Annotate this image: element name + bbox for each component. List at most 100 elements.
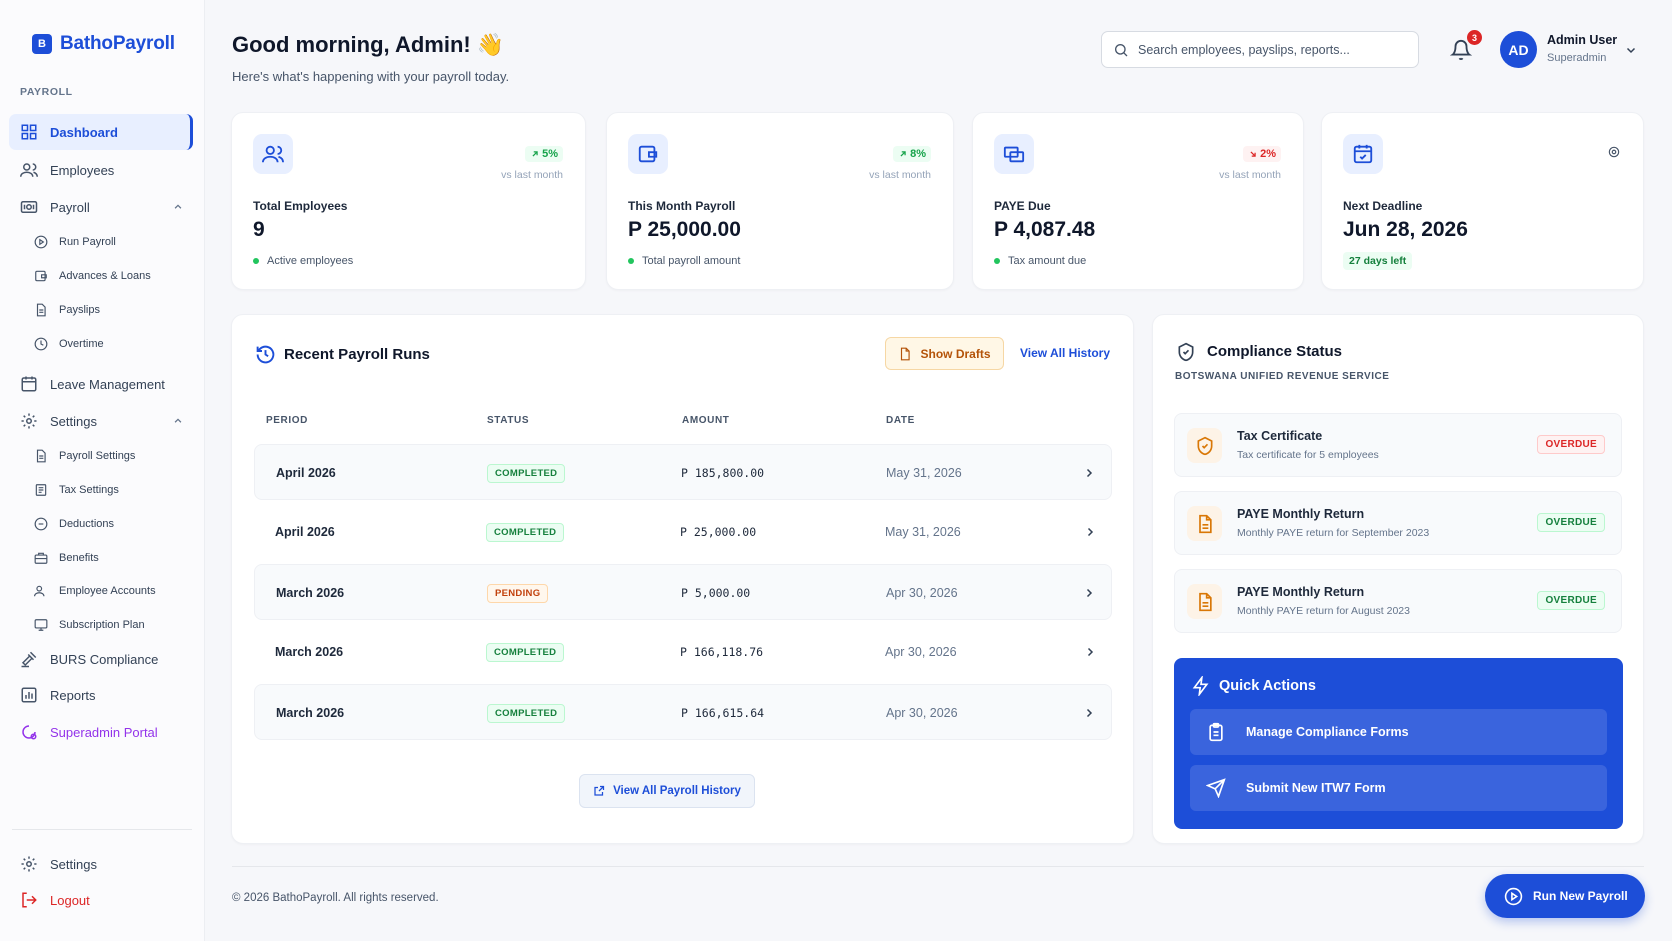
sidebar-item-superadmin-portal[interactable]: Superadmin Portal xyxy=(9,714,193,750)
stat-value: 9 xyxy=(253,218,265,241)
sidebar-subitem-employee-accounts[interactable]: Employee Accounts xyxy=(34,579,156,603)
compliance-item-name: PAYE Monthly Return xyxy=(1237,585,1365,599)
view-all-payroll-history-button[interactable]: View All Payroll History xyxy=(579,774,755,808)
table-row[interactable]: March 2026 PENDING P 5,000.00 Apr 30, 20… xyxy=(254,564,1112,620)
show-drafts-label: Show Drafts xyxy=(920,346,991,361)
sidebar-item-leave[interactable]: Leave Management xyxy=(9,366,193,402)
stat-value: Jun 28, 2026 xyxy=(1343,218,1468,241)
run-new-payroll-label: Run New Payroll xyxy=(1533,889,1628,903)
sidebar-subitem-subscription[interactable]: Subscription Plan xyxy=(34,613,145,637)
footer-copyright: © 2026 BathoPayroll. All rights reserved… xyxy=(232,892,439,904)
calendar-icon xyxy=(21,376,37,392)
sidebar-item-dashboard[interactable]: Dashboard xyxy=(9,114,193,150)
bar-chart-icon xyxy=(21,687,37,703)
run-new-payroll-button[interactable]: Run New Payroll xyxy=(1485,874,1645,918)
table-row[interactable]: April 2026 COMPLETED P 25,000.00 May 31,… xyxy=(254,504,1112,560)
stat-card-next-deadline[interactable]: Next Deadline Jun 28, 2026 27 days left xyxy=(1321,112,1644,290)
trend-up-icon xyxy=(900,151,906,157)
cash-icon xyxy=(1003,146,1025,163)
section-title: Recent Payroll Runs xyxy=(284,346,430,363)
stat-note-text: Tax amount due xyxy=(1008,255,1087,267)
sidebar-subitem-label: Overtime xyxy=(59,338,104,350)
sidebar-subitem-advances[interactable]: Advances & Loans xyxy=(34,264,151,288)
view-all-history-link[interactable]: View All History xyxy=(1020,346,1110,360)
table-row[interactable]: March 2026 COMPLETED P 166,118.76 Apr 30… xyxy=(254,624,1112,680)
sidebar-item-logout[interactable]: Logout xyxy=(9,882,193,918)
sidebar-item-reports[interactable]: Reports xyxy=(9,677,193,713)
submit-itw7-form-button[interactable]: Submit New ITW7 Form xyxy=(1190,765,1607,811)
lightning-icon xyxy=(1192,676,1209,696)
trend-value: 5% xyxy=(542,148,558,160)
monitor-icon xyxy=(34,619,48,631)
row-date: May 31, 2026 xyxy=(885,525,961,539)
sidebar-item-payroll[interactable]: Payroll xyxy=(9,189,193,225)
chevron-up-icon[interactable] xyxy=(173,202,183,212)
sidebar-subitem-label: Run Payroll xyxy=(59,236,116,248)
play-circle-icon xyxy=(34,235,48,249)
chevron-right-icon[interactable] xyxy=(1083,707,1095,719)
document-icon xyxy=(901,347,911,360)
stat-card-paye-due[interactable]: 2% vs last month PAYE Due P 4,087.48 Tax… xyxy=(972,112,1304,290)
section-subtitle: BOTSWANA UNIFIED REVENUE SERVICE xyxy=(1175,371,1390,382)
chevron-right-icon[interactable] xyxy=(1083,467,1095,479)
sidebar-subitem-deductions[interactable]: Deductions xyxy=(34,512,114,536)
external-link-icon xyxy=(594,785,605,796)
stat-icon-box xyxy=(994,134,1034,174)
recent-payroll-runs-card: Recent Payroll Runs Show Drafts View All… xyxy=(231,314,1134,844)
compliance-item[interactable]: PAYE Monthly Return Monthly PAYE return … xyxy=(1174,491,1622,555)
stat-card-month-payroll[interactable]: 8% vs last month This Month Payroll P 25… xyxy=(606,112,954,290)
search-icon xyxy=(1115,43,1128,56)
chevron-down-icon[interactable] xyxy=(1625,44,1637,56)
sidebar-item-settings[interactable]: Settings xyxy=(9,403,193,439)
sidebar-subitem-benefits[interactable]: Benefits xyxy=(34,546,99,570)
compliance-item-desc: Monthly PAYE return for September 2023 xyxy=(1237,527,1430,539)
sidebar-subitem-overtime[interactable]: Overtime xyxy=(34,332,104,356)
user-name[interactable]: Admin User xyxy=(1547,33,1617,47)
manage-compliance-forms-button[interactable]: Manage Compliance Forms xyxy=(1190,709,1607,755)
trend-up-icon xyxy=(532,151,538,157)
document-icon xyxy=(1198,592,1212,611)
compliance-item[interactable]: PAYE Monthly Return Monthly PAYE return … xyxy=(1174,569,1622,633)
search-box[interactable] xyxy=(1101,31,1419,68)
chevron-up-icon[interactable] xyxy=(173,416,183,426)
row-period: March 2026 xyxy=(276,586,345,600)
trend-badge: 8% xyxy=(893,146,931,162)
shield-cog-icon xyxy=(22,725,37,740)
sidebar-item-burs-compliance[interactable]: BURS Compliance xyxy=(9,641,193,677)
table-row[interactable]: April 2026 COMPLETED P 185,800.00 May 31… xyxy=(254,444,1112,500)
stat-label: PAYE Due xyxy=(994,199,1051,213)
sidebar-subitem-run-payroll[interactable]: Run Payroll xyxy=(34,230,116,254)
chevron-right-icon[interactable] xyxy=(1083,587,1095,599)
sidebar-subitem-payroll-settings[interactable]: Payroll Settings xyxy=(34,444,135,468)
avatar[interactable]: AD xyxy=(1500,31,1537,68)
table-row[interactable]: March 2026 COMPLETED P 166,615.64 Apr 30… xyxy=(254,684,1112,740)
compliance-item[interactable]: Tax Certificate Tax certificate for 5 em… xyxy=(1174,413,1622,477)
sidebar-item-label: Reports xyxy=(50,687,96,703)
chevron-right-icon[interactable] xyxy=(1084,646,1096,658)
row-amount: P 5,000.00 xyxy=(681,586,751,600)
history-icon xyxy=(256,345,275,364)
stat-card-employees[interactable]: 5% vs last month Total Employees 9 Activ… xyxy=(231,112,586,290)
brand-logo-icon: B xyxy=(32,34,52,54)
sidebar-subitem-label: Tax Settings xyxy=(59,484,119,496)
trend-subtext: vs last month xyxy=(869,169,931,181)
column-header-period: PERIOD xyxy=(266,415,308,426)
chevron-right-icon[interactable] xyxy=(1084,526,1096,538)
stat-note: Total payroll amount xyxy=(628,255,740,267)
stat-icon-box xyxy=(253,134,293,174)
gavel-icon xyxy=(21,651,37,668)
days-left-badge: 27 days left xyxy=(1343,252,1413,270)
sidebar-subitem-tax-settings[interactable]: Tax Settings xyxy=(34,478,119,502)
compliance-item-name: PAYE Monthly Return xyxy=(1237,507,1365,521)
page-subtitle: Here's what's happening with your payrol… xyxy=(232,69,510,84)
search-input[interactable] xyxy=(1138,42,1408,57)
sidebar-item-employees[interactable]: Employees xyxy=(9,152,193,188)
sidebar-item-bottom-settings[interactable]: Settings xyxy=(9,846,193,882)
brand[interactable]: B BathoPayroll xyxy=(32,33,175,55)
submit-itw7-form-label: Submit New ITW7 Form xyxy=(1246,781,1386,795)
show-drafts-button[interactable]: Show Drafts xyxy=(885,337,1004,370)
users-icon xyxy=(262,145,284,163)
gear-icon[interactable] xyxy=(1607,145,1621,159)
sidebar-subitem-payslips[interactable]: Payslips xyxy=(34,298,100,322)
row-period: April 2026 xyxy=(276,466,336,480)
